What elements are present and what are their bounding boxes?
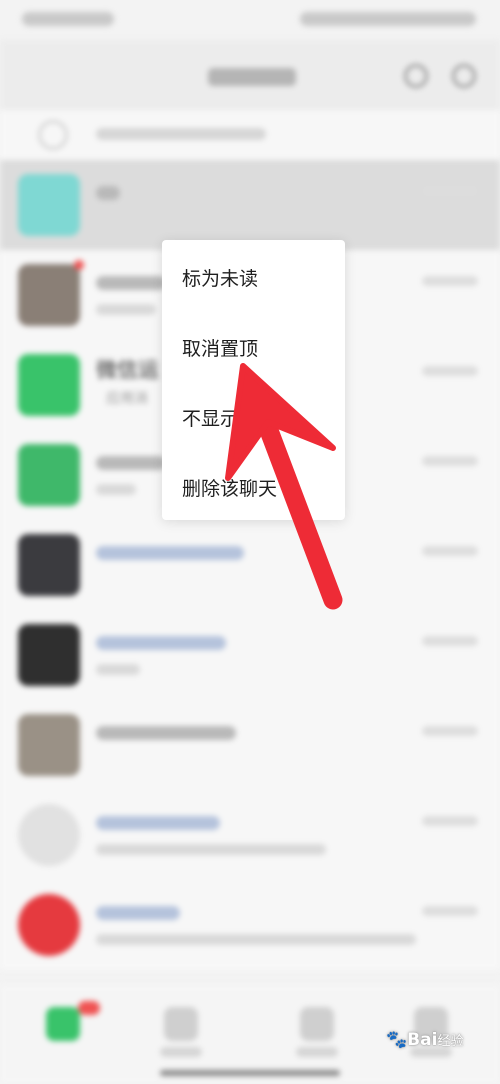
baidu-watermark: 🐾Bai经验: [386, 1030, 463, 1050]
watermark-suffix: 经验: [437, 1034, 464, 1049]
watermark-brand: Bai: [407, 1030, 438, 1050]
baidu-paw-icon: 🐾: [386, 1030, 408, 1050]
annotation-arrow: [225, 363, 343, 610]
